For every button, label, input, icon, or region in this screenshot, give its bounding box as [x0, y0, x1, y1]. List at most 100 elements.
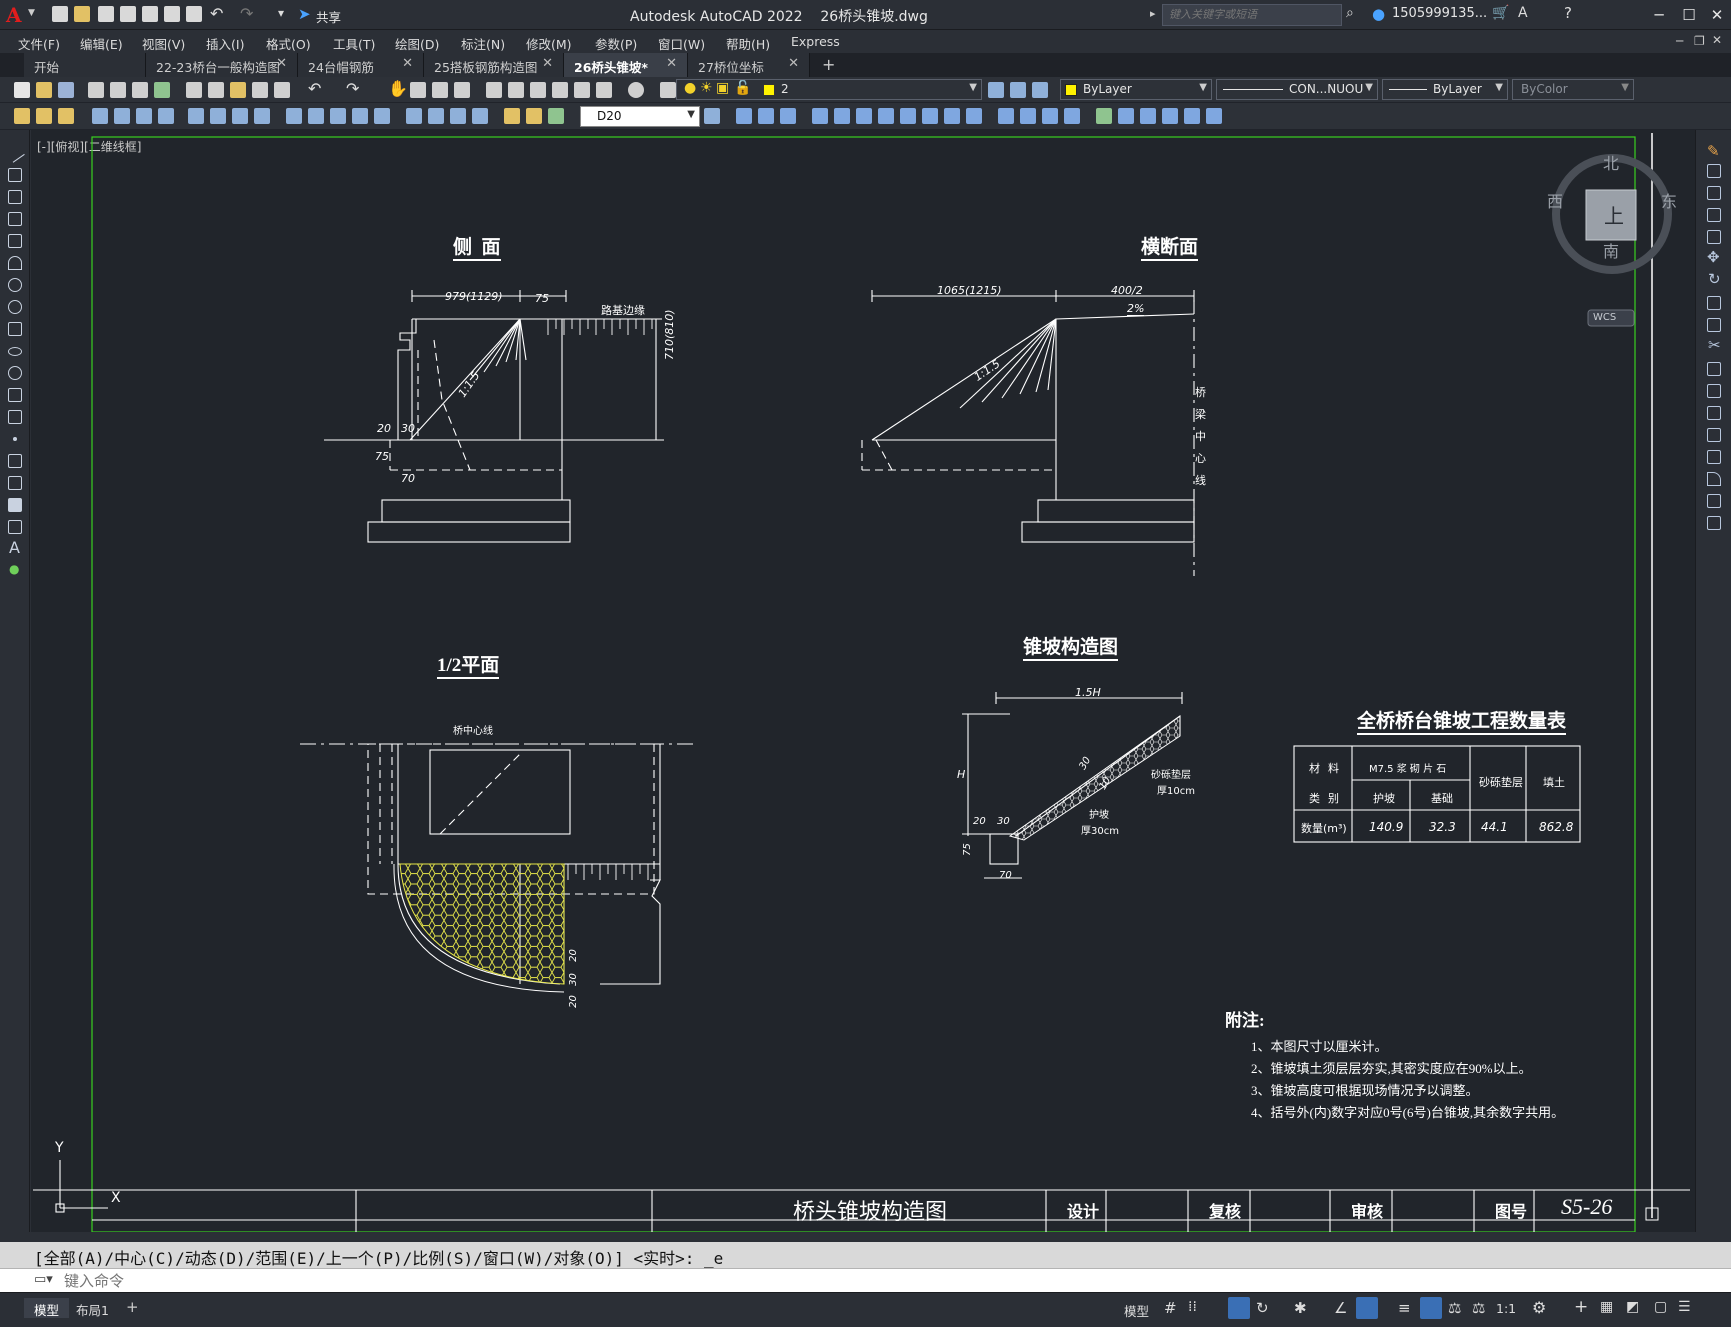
- viewcube-top-face[interactable]: 上: [1604, 200, 1624, 229]
- tool-palettes-icon[interactable]: [530, 82, 546, 98]
- divide-icon[interactable]: [1184, 108, 1200, 124]
- eraser-icon[interactable]: ✎: [1707, 142, 1720, 160]
- extend-icon[interactable]: [1707, 362, 1721, 376]
- jogged-linear-icon[interactable]: [472, 108, 488, 124]
- make-block-icon[interactable]: [8, 410, 22, 424]
- doc-minimize-icon[interactable]: ─: [1676, 34, 1683, 48]
- tab-close-icon[interactable]: ✕: [788, 56, 799, 71]
- app-menu-chevron-icon[interactable]: ▼: [28, 8, 35, 18]
- help-search-input[interactable]: [1162, 4, 1342, 26]
- rotate-icon[interactable]: ↻: [1708, 270, 1721, 288]
- explode-icon[interactable]: [1096, 108, 1112, 124]
- save-as-icon[interactable]: [120, 6, 136, 22]
- menu-draw[interactable]: 绘图(D): [395, 34, 439, 53]
- undo-icon[interactable]: ↶: [210, 4, 223, 23]
- dimension-update-icon[interactable]: [548, 108, 564, 124]
- layer-previous-icon[interactable]: [1010, 82, 1026, 98]
- continue-dimension-icon[interactable]: [330, 108, 346, 124]
- dimension-space-icon[interactable]: [352, 108, 368, 124]
- dimension-break-icon[interactable]: [374, 108, 390, 124]
- rectangle-icon[interactable]: [8, 234, 22, 248]
- hatch-back-icon[interactable]: [58, 108, 74, 124]
- table-icon[interactable]: [8, 520, 22, 534]
- stretch-icon[interactable]: [922, 108, 938, 124]
- array-icon[interactable]: [1707, 230, 1721, 244]
- diameter-dimension-icon[interactable]: [232, 108, 248, 124]
- baseline-dimension-icon[interactable]: [308, 108, 324, 124]
- offset-icon[interactable]: [1707, 208, 1721, 222]
- multiline-text-icon[interactable]: A: [9, 538, 20, 557]
- quickcalc-icon[interactable]: [596, 82, 612, 98]
- circle-icon[interactable]: [8, 278, 22, 292]
- redo-icon[interactable]: ↷: [240, 4, 253, 23]
- user-icon[interactable]: ●: [1372, 5, 1385, 23]
- revision-cloud-icon[interactable]: [8, 300, 22, 314]
- plot-icon[interactable]: [88, 82, 104, 98]
- mirror-icon[interactable]: [1707, 186, 1721, 200]
- tab-start[interactable]: 开始: [24, 53, 146, 77]
- menu-format[interactable]: 格式(O): [266, 34, 311, 53]
- construction-line-icon[interactable]: [8, 168, 22, 182]
- open-file-icon[interactable]: [74, 6, 90, 22]
- share-button[interactable]: 共享: [316, 7, 341, 26]
- copy-object-icon[interactable]: [758, 108, 774, 124]
- dimstyle-manager-icon[interactable]: [704, 108, 720, 124]
- cut-icon[interactable]: [186, 82, 202, 98]
- maximize-button[interactable]: ☐: [1675, 4, 1703, 26]
- isodraft-icon[interactable]: ✱: [1294, 1299, 1307, 1317]
- doc-restore-icon[interactable]: ❐: [1694, 34, 1705, 48]
- add-layout-button[interactable]: +: [126, 1298, 139, 1316]
- menu-view[interactable]: 视图(V): [142, 34, 185, 53]
- open-icon[interactable]: [36, 82, 52, 98]
- viewcube-west[interactable]: 西: [1547, 188, 1563, 212]
- array-icon[interactable]: [834, 108, 850, 124]
- menu-express[interactable]: Express: [791, 34, 840, 49]
- copy-icon[interactable]: [1707, 164, 1721, 178]
- zoom-window-icon[interactable]: [432, 82, 448, 98]
- settings-gear-icon[interactable]: ⚙: [1532, 1298, 1546, 1317]
- share-icon[interactable]: ➤: [298, 5, 311, 23]
- fillet-icon[interactable]: [1064, 108, 1080, 124]
- ellipse-icon[interactable]: [8, 347, 22, 356]
- object-snap-tracking-icon[interactable]: ∠: [1334, 1299, 1347, 1317]
- lineweight-icon[interactable]: ≡: [1398, 1299, 1411, 1317]
- move-icon[interactable]: [856, 108, 872, 124]
- color-select[interactable]: ByLayer ▼: [1060, 79, 1212, 100]
- ordinate-dimension-icon[interactable]: [158, 108, 174, 124]
- new-tab-button[interactable]: +: [822, 55, 835, 74]
- make-current-layer-icon[interactable]: [988, 82, 1004, 98]
- menu-insert[interactable]: 插入(I): [206, 34, 244, 53]
- markup-icon[interactable]: [574, 82, 590, 98]
- doc-close-icon[interactable]: ✕: [1712, 33, 1722, 47]
- command-input[interactable]: [64, 1271, 1714, 1291]
- isolate-objects-icon[interactable]: ◩: [1626, 1299, 1639, 1315]
- line-icon[interactable]: [5, 143, 25, 163]
- move-icon[interactable]: ✥: [1707, 248, 1720, 266]
- zoom-realtime-icon[interactable]: [410, 82, 426, 98]
- dimension-edit-icon[interactable]: [504, 108, 520, 124]
- spline-icon[interactable]: [8, 322, 22, 336]
- customize-quick-access-icon[interactable]: ▾: [278, 6, 284, 20]
- sheet-set-icon[interactable]: [552, 82, 568, 98]
- scale-icon[interactable]: [900, 108, 916, 124]
- join-icon[interactable]: [1020, 108, 1036, 124]
- trim-icon[interactable]: ✂: [1708, 336, 1721, 354]
- save-web-icon[interactable]: [164, 6, 180, 22]
- 3d-dwf-icon[interactable]: [154, 82, 170, 98]
- user-account[interactable]: 1505999135...: [1392, 6, 1487, 21]
- insert-block-icon[interactable]: [8, 388, 22, 402]
- tab-close-icon[interactable]: ✕: [402, 56, 413, 71]
- tab-cone-slope[interactable]: 26桥头锥坡* ✕: [564, 53, 688, 77]
- clean-screen-icon[interactable]: ▢: [1654, 1299, 1667, 1315]
- search-icon[interactable]: ⌕: [1346, 5, 1354, 21]
- radius-dimension-icon[interactable]: [188, 108, 204, 124]
- annotation-scale-icon[interactable]: ⚖: [1472, 1299, 1485, 1317]
- dimension-text-edit-icon[interactable]: [526, 108, 542, 124]
- align-icon[interactable]: [1140, 108, 1156, 124]
- arc-icon[interactable]: [8, 256, 22, 270]
- aligned-dimension-icon[interactable]: [114, 108, 130, 124]
- customization-menu-icon[interactable]: ☰: [1678, 1299, 1691, 1315]
- erase-icon[interactable]: [736, 108, 752, 124]
- autodesk-app-icon[interactable]: A: [1518, 5, 1528, 21]
- linear-dimension-icon[interactable]: [92, 108, 108, 124]
